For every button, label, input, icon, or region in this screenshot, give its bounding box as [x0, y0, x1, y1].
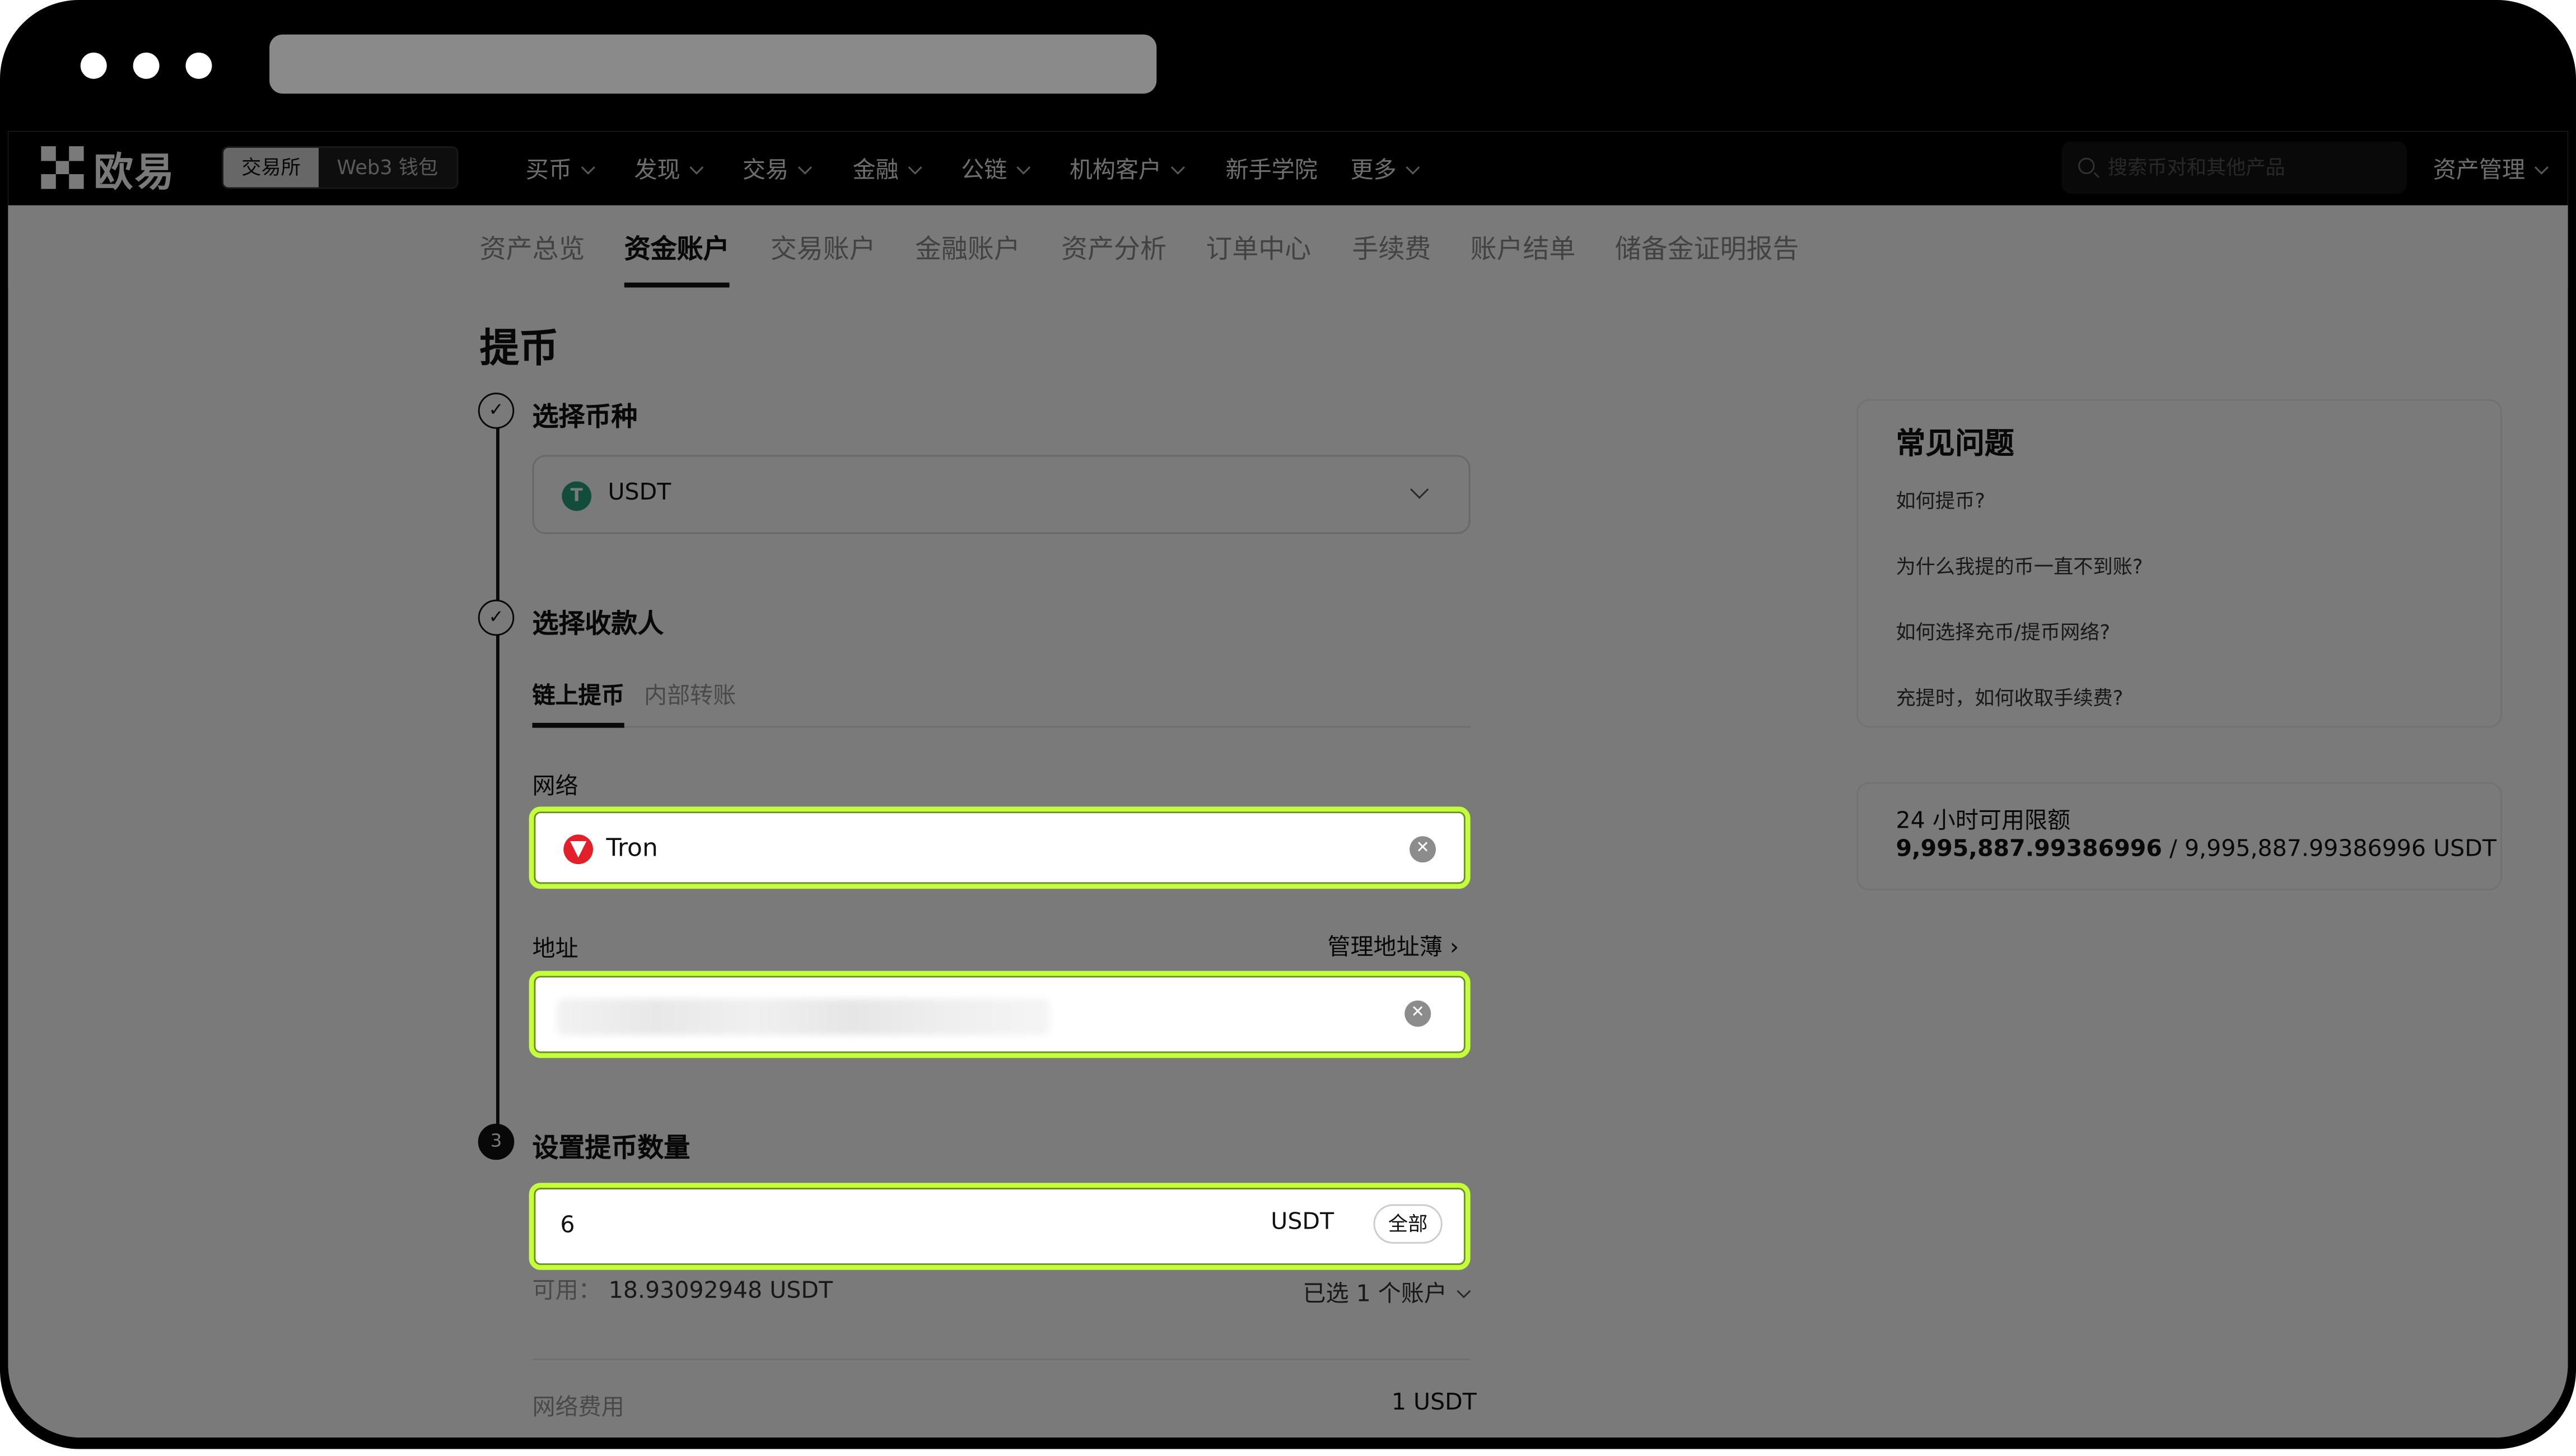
amount-value: 6 — [560, 1212, 575, 1239]
browser-window: 欧易 交易所 Web3 钱包 买币 发现 交易 金融 公链 机构客户 新手学院 … — [0, 0, 2576, 1449]
divider — [532, 1359, 1471, 1361]
faq-link[interactable]: 充提时，如何收取手续费? — [1896, 683, 2123, 711]
tab-asset-overview[interactable]: 资产总览 — [480, 227, 585, 266]
manage-address-book-link[interactable]: 管理地址薄 › — [1327, 930, 1459, 963]
nav-buy-crypto[interactable]: 买币 — [526, 153, 595, 186]
faq-card: 常见问题 如何提币? 为什么我提的币一直不到账? 如何选择充币/提币网络? 充提… — [1856, 399, 2502, 728]
page-viewport: 欧易 交易所 Web3 钱包 买币 发现 交易 金融 公链 机构客户 新手学院 … — [8, 131, 2568, 1438]
chevron-right-icon: › — [1442, 935, 1459, 962]
chevron-down-icon — [689, 160, 704, 175]
toggle-web3-wallet[interactable]: Web3 钱包 — [319, 148, 456, 188]
nav-finance[interactable]: 金融 — [853, 153, 922, 186]
tab-finance-account[interactable]: 金融账户 — [915, 227, 1020, 266]
nav-academy[interactable]: 新手学院 — [1226, 153, 1318, 186]
chevron-down-icon — [1406, 160, 1420, 175]
faq-link[interactable]: 如何提币? — [1896, 486, 1985, 514]
tab-onchain-withdrawal[interactable]: 链上提币 — [533, 679, 624, 712]
tab-order-center[interactable]: 订单中心 — [1206, 227, 1311, 266]
chevron-down-icon — [1410, 480, 1429, 499]
step-set-amount-label: 设置提币数量 — [532, 1132, 690, 1164]
network-value: Tron — [606, 833, 658, 863]
max-amount-button[interactable]: 全部 — [1373, 1204, 1443, 1244]
active-tab-indicator — [624, 282, 730, 288]
address-label: 地址 — [532, 936, 578, 963]
search-icon — [2078, 157, 2095, 174]
network-select[interactable]: Tron ✕ — [529, 806, 1471, 889]
address-bar[interactable] — [269, 34, 1157, 94]
step-select-coin-label: 选择币种 — [532, 400, 638, 432]
clear-icon[interactable]: ✕ — [1410, 836, 1436, 863]
nav-more[interactable]: 更多 — [1350, 153, 1420, 186]
okx-logo-icon — [41, 146, 84, 189]
step-done-check-icon: ✓ — [478, 599, 515, 636]
step-number-badge: 3 — [478, 1123, 515, 1160]
faq-title: 常见问题 — [1896, 427, 2014, 462]
blurred-address — [557, 998, 1050, 1035]
chevron-down-icon — [1170, 160, 1185, 175]
nav-discover[interactable]: 发现 — [634, 153, 704, 186]
tab-asset-analysis[interactable]: 资产分析 — [1061, 227, 1166, 266]
nav-trade[interactable]: 交易 — [743, 153, 812, 186]
limit-value: 9,995,887.99386996 / 9,995,887.99386996 … — [1896, 836, 2496, 863]
amount-unit: USDT — [1271, 1209, 1334, 1236]
top-navigation: 欧易 交易所 Web3 钱包 买币 发现 交易 金融 公链 机构客户 新手学院 … — [8, 131, 2568, 206]
network-label: 网络 — [532, 773, 578, 800]
page-title: 提币 — [479, 325, 559, 372]
coin-select[interactable]: T USDT — [532, 455, 1471, 534]
stepper-line — [496, 427, 499, 1137]
nav-institutional[interactable]: 机构客户 — [1070, 153, 1185, 186]
limit-label: 24 小时可用限额 — [1896, 808, 2071, 835]
active-tab-indicator — [532, 722, 624, 727]
search-input[interactable]: 搜索币对和其他产品 — [2061, 141, 2407, 194]
clear-icon[interactable]: ✕ — [1404, 1000, 1431, 1027]
step-done-check-icon: ✓ — [478, 393, 515, 429]
tab-statements[interactable]: 账户结单 — [1471, 227, 1576, 266]
window-dot-icon — [185, 52, 212, 79]
step-select-recipient-label: 选择收款人 — [532, 608, 664, 640]
amount-input[interactable]: 6 USDT 全部 — [529, 1183, 1471, 1270]
recipient-tabs: 链上提币 内部转账 — [532, 674, 1471, 728]
withdrawal-limit-card: 24 小时可用限额 9,995,887.99386996 / 9,995,887… — [1856, 782, 2502, 891]
nav-public-chain[interactable]: 公链 — [961, 153, 1031, 186]
logo[interactable]: 欧易 — [41, 144, 176, 195]
usdt-icon: T — [562, 481, 592, 511]
toggle-exchange[interactable]: 交易所 — [223, 148, 319, 188]
product-toggle: 交易所 Web3 钱包 — [222, 146, 458, 189]
tron-icon — [563, 834, 594, 865]
faq-link[interactable]: 如何选择充币/提币网络? — [1896, 618, 2110, 646]
tab-trading-account[interactable]: 交易账户 — [771, 227, 876, 266]
tab-fees[interactable]: 手续费 — [1352, 227, 1431, 266]
tab-internal-transfer[interactable]: 内部转账 — [644, 679, 736, 712]
network-fee-label: 网络费用 — [532, 1394, 624, 1421]
available-balance: 可用： 18.93092948 USDT — [532, 1278, 833, 1305]
account-selector[interactable]: 已选 1 个账户 — [1303, 1276, 1471, 1309]
network-fee-value: 1 USDT — [1391, 1389, 1477, 1416]
address-input[interactable]: ✕ — [529, 970, 1471, 1058]
chevron-down-icon — [1016, 160, 1031, 175]
coin-select-value: USDT — [608, 479, 671, 506]
window-dot-icon — [133, 52, 160, 79]
chevron-down-icon — [1456, 1284, 1471, 1299]
logo-text: 欧易 — [94, 148, 176, 195]
faq-link[interactable]: 为什么我提的币一直不到账? — [1896, 552, 2143, 580]
nav-asset-management[interactable]: 资产管理 — [2433, 153, 2549, 186]
chevron-down-icon — [908, 160, 922, 175]
chevron-down-icon — [2534, 160, 2549, 175]
account-tabs: 资产总览 资金账户 交易账户 金融账户 资产分析 订单中心 手续费 账户结单 储… — [8, 205, 2568, 288]
chevron-down-icon — [798, 160, 812, 175]
tab-proof-of-reserves[interactable]: 储备金证明报告 — [1615, 227, 1799, 266]
window-dot-icon — [80, 52, 107, 79]
chevron-down-icon — [581, 160, 595, 175]
tab-funding-account[interactable]: 资金账户 — [624, 227, 730, 266]
